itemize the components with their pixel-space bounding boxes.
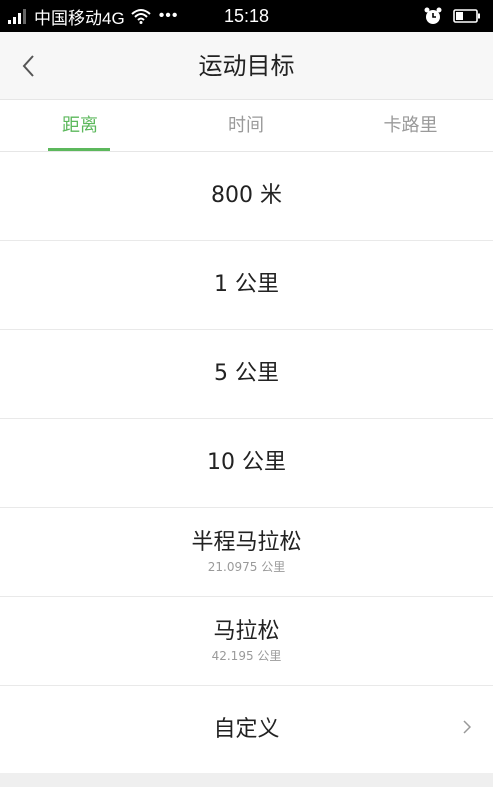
option-label: 自定义 (213, 717, 280, 742)
option-label: 5 公里 (214, 361, 279, 386)
chevron-right-icon (463, 720, 471, 734)
tab-distance[interactable]: 距离 (0, 100, 160, 152)
tab-calorie[interactable]: 卡路里 (328, 100, 493, 152)
option-label: 800 米 (211, 183, 282, 208)
option-sublabel: 42.195 公里 (211, 649, 282, 663)
status-right (423, 0, 481, 32)
wifi-icon (131, 9, 151, 24)
page-title: 运动目标 (198, 52, 295, 80)
carrier-label: 中国移动4G (34, 8, 125, 28)
more-dots: ••• (158, 7, 179, 24)
goal-type-tabs: 距离 时间 卡路里 (0, 100, 493, 152)
back-button[interactable] (8, 46, 48, 86)
option-half-marathon[interactable]: 半程马拉松 21.0975 公里 (0, 508, 493, 597)
bottom-spacer (0, 773, 493, 787)
option-custom[interactable]: 自定义 (0, 686, 493, 774)
option-label: 10 公里 (207, 450, 286, 475)
option-sublabel: 21.0975 公里 (207, 560, 286, 574)
status-bar: 中国移动4G ••• 15:18 (0, 0, 493, 32)
option-label: 马拉松 (213, 619, 280, 644)
active-tab-indicator (48, 148, 110, 151)
signal-icon (8, 8, 28, 24)
chevron-left-icon (22, 55, 34, 77)
option-label: 半程马拉松 (191, 530, 302, 555)
option-label: 1 公里 (214, 272, 279, 297)
option-marathon[interactable]: 马拉松 42.195 公里 (0, 597, 493, 686)
status-left: 中国移动4G ••• (8, 0, 179, 32)
nav-bar: 运动目标 (0, 32, 493, 100)
battery-icon (453, 9, 480, 23)
goal-options-list: 800 米 1 公里 5 公里 10 公里 半程马拉松 21.0975 公里 马… (0, 152, 493, 774)
option-800m[interactable]: 800 米 (0, 152, 493, 241)
tab-time[interactable]: 时间 (164, 100, 328, 152)
option-10km[interactable]: 10 公里 (0, 419, 493, 508)
option-5km[interactable]: 5 公里 (0, 330, 493, 419)
alarm-icon (424, 7, 442, 24)
option-1km[interactable]: 1 公里 (0, 241, 493, 330)
